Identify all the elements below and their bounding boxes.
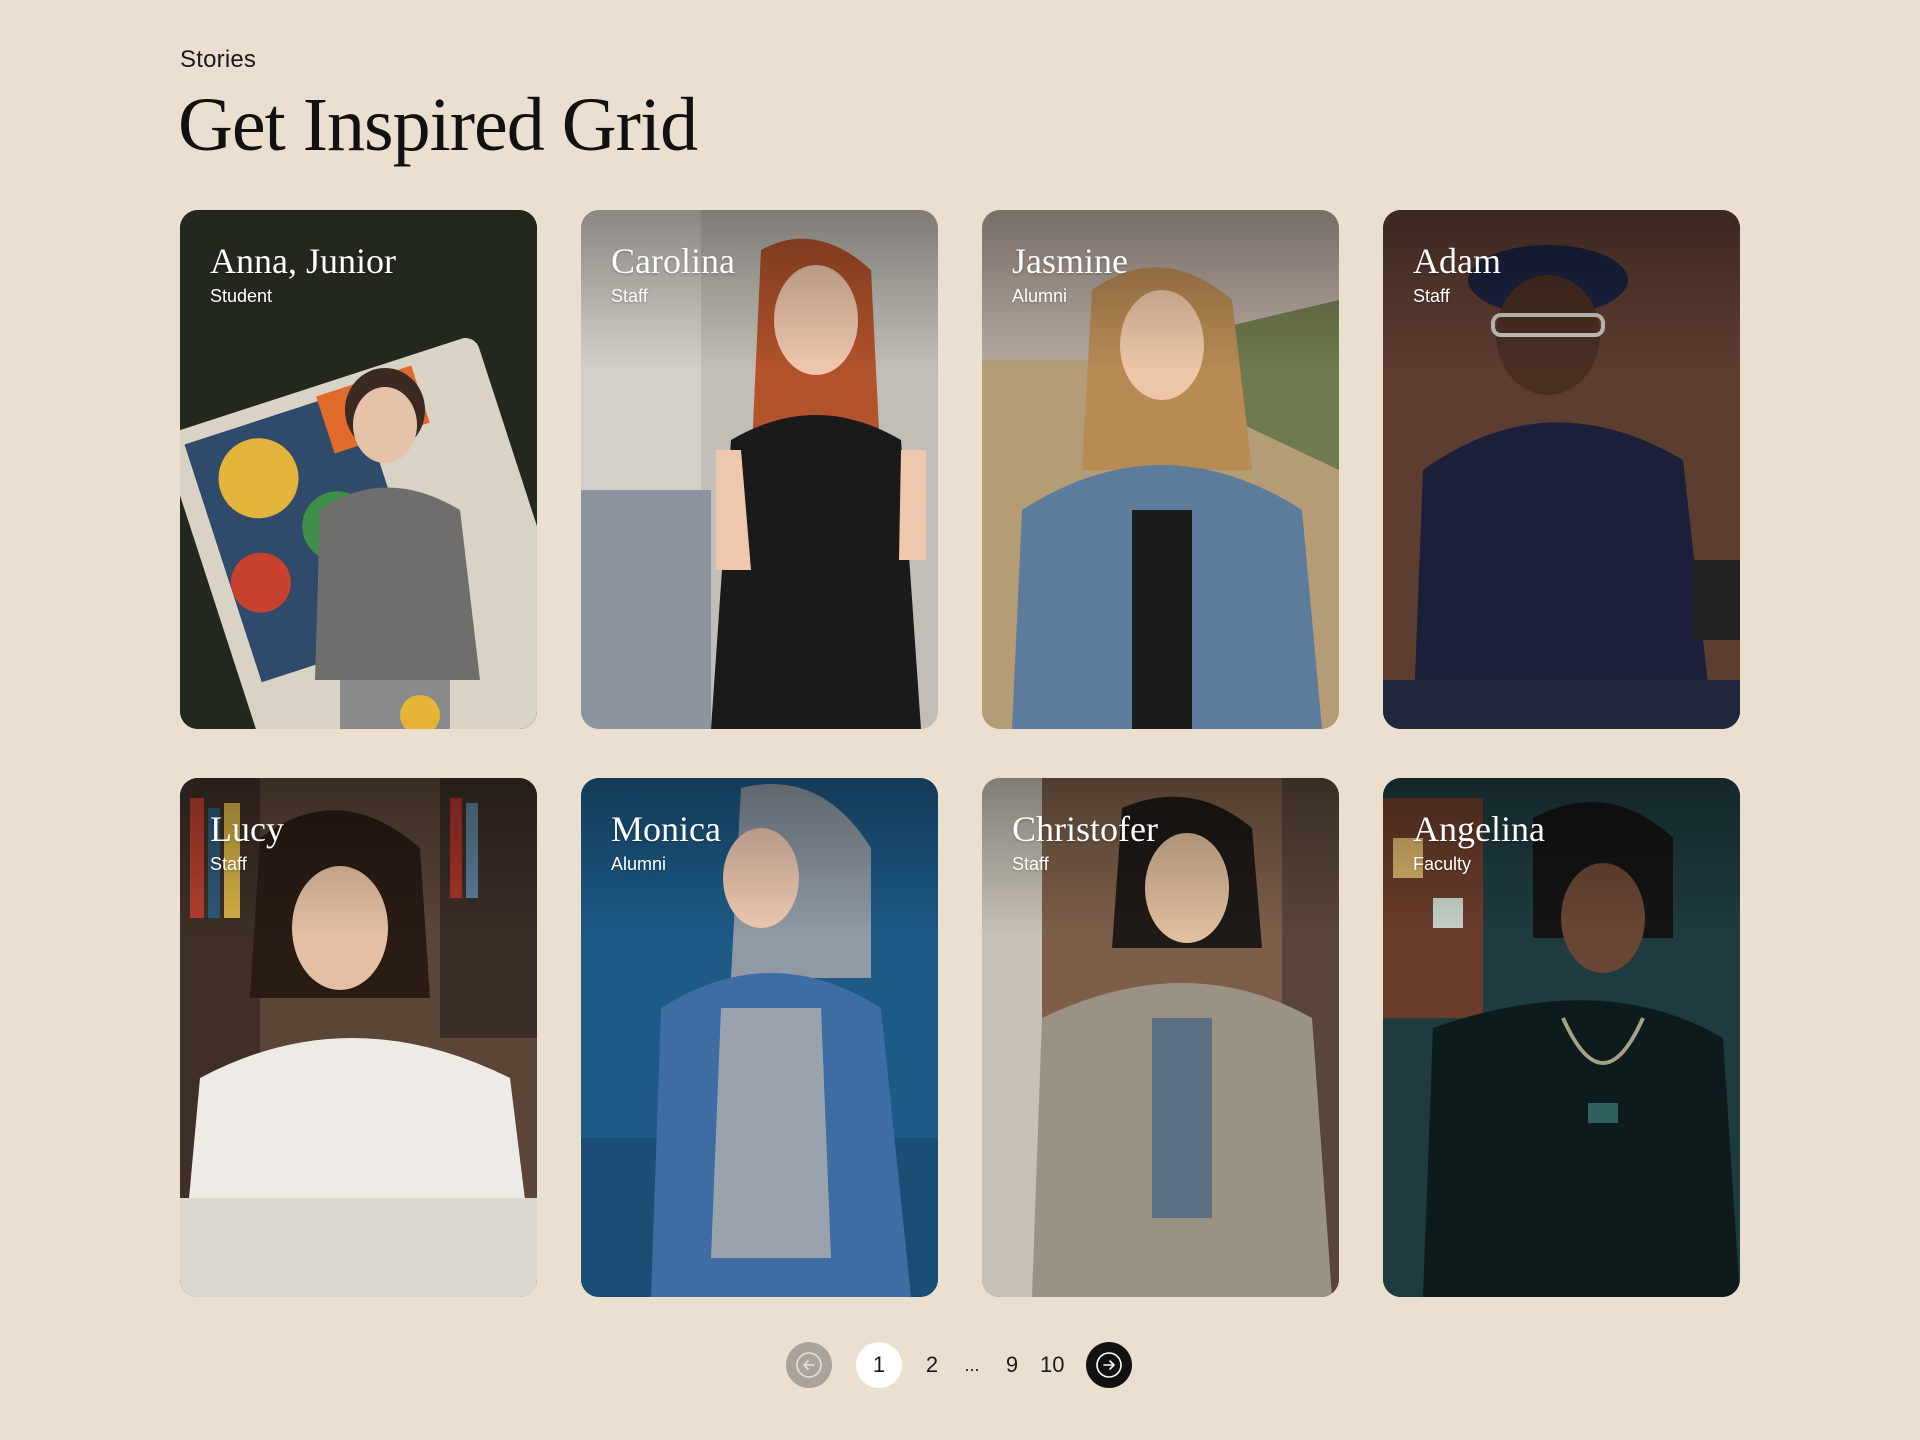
story-card-christofer[interactable]: Christofer Staff: [982, 778, 1339, 1297]
page-9[interactable]: 9: [1000, 1342, 1024, 1388]
story-role: Staff: [1012, 854, 1049, 874]
arrow-left-icon: [796, 1352, 822, 1378]
pagination: 1 2 ... 9 10: [786, 1341, 1133, 1389]
story-name: Christofer: [1012, 809, 1158, 849]
story-card-jasmine[interactable]: Jasmine Alumni: [982, 210, 1339, 729]
story-role: Alumni: [1012, 286, 1068, 306]
story-card-monica[interactable]: Monica Alumni: [581, 778, 938, 1297]
story-name: Carolina: [611, 241, 735, 281]
stories-grid: Anna, Junior Student Carolina Staff Jasm…: [180, 210, 1740, 1297]
story-card-lucy[interactable]: Lucy Staff: [180, 778, 537, 1297]
story-name: Anna, Junior: [210, 241, 396, 281]
story-card-angelina[interactable]: Angelina Faculty: [1383, 778, 1740, 1297]
story-card-adam[interactable]: Adam Staff: [1383, 210, 1740, 729]
prev-page-button[interactable]: [786, 1342, 832, 1388]
section-eyebrow: Stories: [180, 46, 257, 73]
story-role: Student: [210, 286, 273, 306]
page-1[interactable]: 1: [856, 1342, 902, 1388]
next-page-button[interactable]: [1086, 1342, 1133, 1388]
story-card-carolina[interactable]: Carolina Staff: [581, 210, 938, 729]
story-card-anna[interactable]: Anna, Junior Student: [180, 210, 537, 729]
story-name: Lucy: [210, 809, 284, 849]
story-name: Monica: [611, 809, 721, 849]
story-role: Staff: [611, 286, 648, 306]
page-2[interactable]: 2: [920, 1342, 944, 1388]
story-role: Faculty: [1413, 854, 1472, 874]
story-name: Jasmine: [1012, 241, 1128, 281]
story-role: Alumni: [611, 854, 667, 874]
story-name: Angelina: [1413, 809, 1545, 849]
page-ellipsis: ...: [964, 1354, 980, 1375]
arrow-right-icon: [1096, 1352, 1123, 1378]
page-title: Get Inspired Grid: [178, 83, 698, 167]
page-10[interactable]: 10: [1040, 1342, 1064, 1388]
story-role: Staff: [1413, 286, 1450, 306]
story-role: Staff: [210, 854, 247, 874]
story-name: Adam: [1413, 241, 1501, 281]
